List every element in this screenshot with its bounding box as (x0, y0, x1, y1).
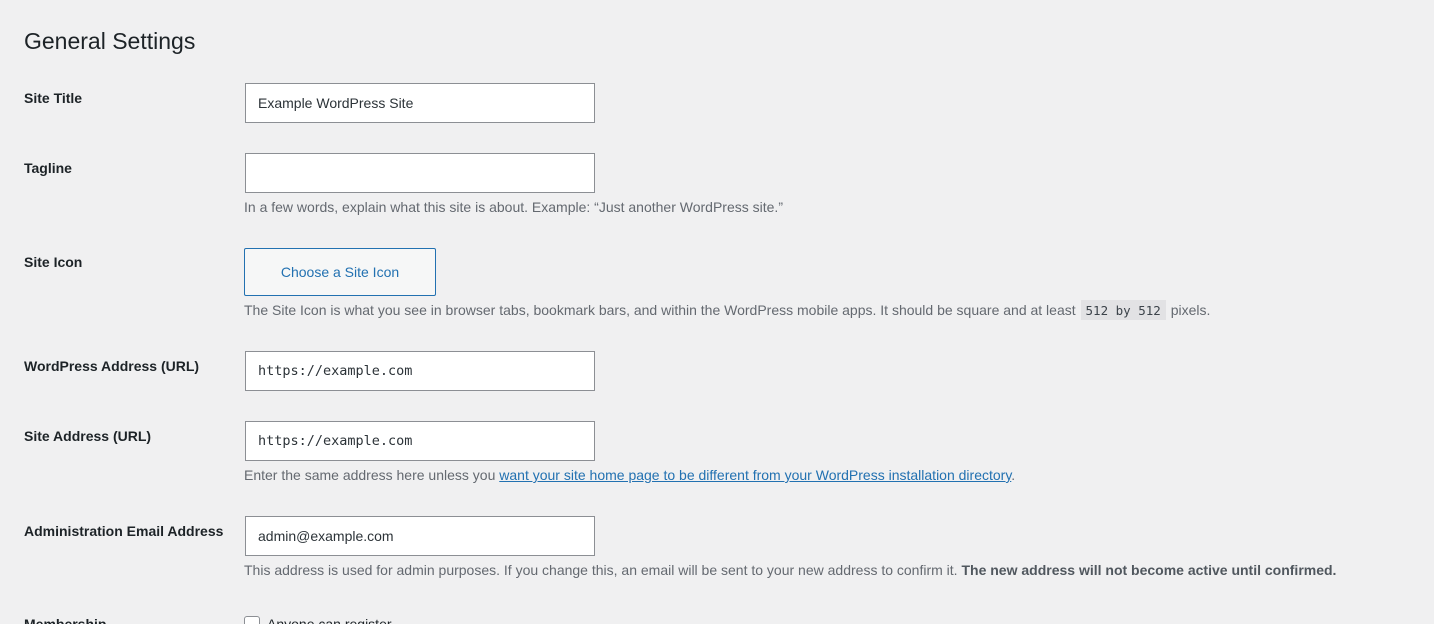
site-icon-description-text: The Site Icon is what you see in browser… (244, 302, 1076, 318)
page-title: General Settings (24, 28, 196, 54)
tagline-description: In a few words, explain what this site i… (244, 199, 783, 215)
site-icon-description: The Site Icon is what you see in browser… (244, 300, 1210, 321)
wordpress-address-input[interactable] (245, 351, 595, 391)
site-address-description-text: Enter the same address here unless you (244, 467, 496, 483)
site-address-label: Site Address (URL) (24, 428, 152, 444)
membership-label: Membership (24, 616, 107, 624)
site-address-input[interactable] (245, 421, 595, 461)
choose-site-icon-button[interactable]: Choose a Site Icon (244, 248, 436, 296)
tagline-input[interactable] (245, 153, 595, 193)
wordpress-address-label: WordPress Address (URL) (24, 358, 200, 374)
membership-checkbox-label[interactable]: Anyone can register (267, 614, 392, 624)
admin-email-description: This address is used for admin purposes.… (244, 560, 1336, 580)
site-title-label: Site Title (24, 90, 83, 106)
admin-email-label: Administration Email Address (24, 523, 224, 539)
tagline-label: Tagline (24, 160, 72, 176)
site-address-help-link[interactable]: want your site home page to be different… (499, 467, 1011, 483)
site-address-description-suffix: . (1011, 467, 1016, 483)
membership-checkbox[interactable] (244, 616, 260, 624)
admin-email-input[interactable] (245, 516, 595, 556)
general-settings-page: General Settings Site Title Tagline In a… (0, 0, 1434, 624)
site-icon-size-code: 512 by 512 (1080, 300, 1166, 320)
site-address-description: Enter the same address here unless you w… (244, 465, 1015, 485)
admin-email-description-text: This address is used for admin purposes.… (244, 562, 958, 578)
admin-email-warning: The new address will not become active u… (961, 562, 1337, 578)
site-icon-description-suffix: pixels. (1170, 302, 1211, 318)
site-title-input[interactable] (245, 83, 595, 123)
site-icon-label: Site Icon (24, 254, 83, 270)
